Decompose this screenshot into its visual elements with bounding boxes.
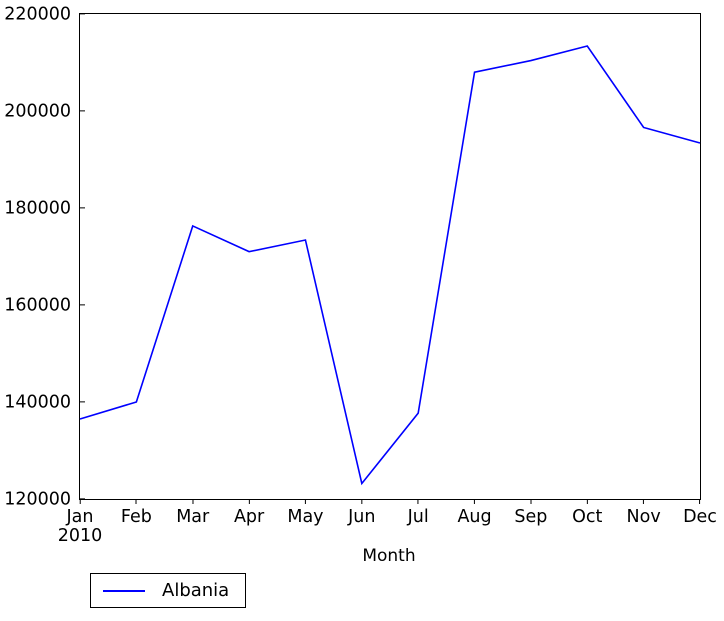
x-axis-tick-mark [135,499,137,504]
legend-line-swatch [103,589,145,592]
x-axis-tick-mark [248,499,250,504]
x-axis-tick: Jun [348,499,375,527]
x-axis-tick-mark [474,499,476,504]
x-axis-tick-mark [417,499,419,504]
x-axis-tick: Jul [408,499,429,527]
x-axis-tick: Jan 2010 [57,499,103,546]
chart-legend: Albania [90,573,247,608]
x-axis-tick: Aug [457,499,492,527]
y-axis-tick: 220000 [4,4,85,25]
y-axis-tick-mark [80,304,85,306]
y-axis-tick-mark [80,401,85,403]
x-axis-tick-mark [192,499,194,504]
x-axis-tick: May [287,499,324,527]
y-axis-tick-mark [80,13,85,15]
y-axis-tick-mark [80,207,85,209]
legend-label: Albania [162,579,230,601]
x-axis-tick-mark [304,499,306,504]
y-axis-tick-label: 140000 [4,392,71,413]
x-axis-tick: Nov [627,499,661,527]
y-axis-tick: 160000 [4,295,85,316]
x-axis-tick-mark [361,499,363,504]
x-axis-tick: Apr [234,499,264,527]
x-axis-tick: Mar [176,499,209,527]
x-axis-tick-sublabel: 2010 [57,526,103,546]
x-axis-tick: Oct [572,499,602,527]
x-axis-tick: Sep [514,499,547,527]
y-axis-tick-mark [80,110,85,112]
line-series-canvas [79,45,701,486]
y-axis-tick-label: 180000 [4,198,71,219]
y-axis-tick: 200000 [4,101,85,122]
y-axis-tick: 140000 [4,392,85,413]
y-axis-tick-label: 160000 [4,295,71,316]
x-axis-tick: Dec [683,499,717,527]
x-axis-tick: Feb [121,499,152,527]
y-axis-tick: 180000 [4,198,85,219]
legend-entry: Albania [103,579,230,601]
x-axis-title: Month [362,546,416,566]
x-axis-tick-mark [586,499,588,504]
y-axis-tick-label: 200000 [4,101,71,122]
chart-figure: 120000 140000 160000 180000 200000 220000 Jan 2… [0,0,724,621]
x-axis-tick-mark [643,499,645,504]
plot-area: 120000 140000 160000 180000 200000 220000 Jan 2… [4,6,717,546]
x-axis-tick-mark [530,499,532,504]
series-line-albania [79,45,701,486]
x-axis-tick-mark [79,499,81,504]
x-axis-tick-mark [699,499,701,504]
y-axis-tick-label: 220000 [4,4,71,25]
